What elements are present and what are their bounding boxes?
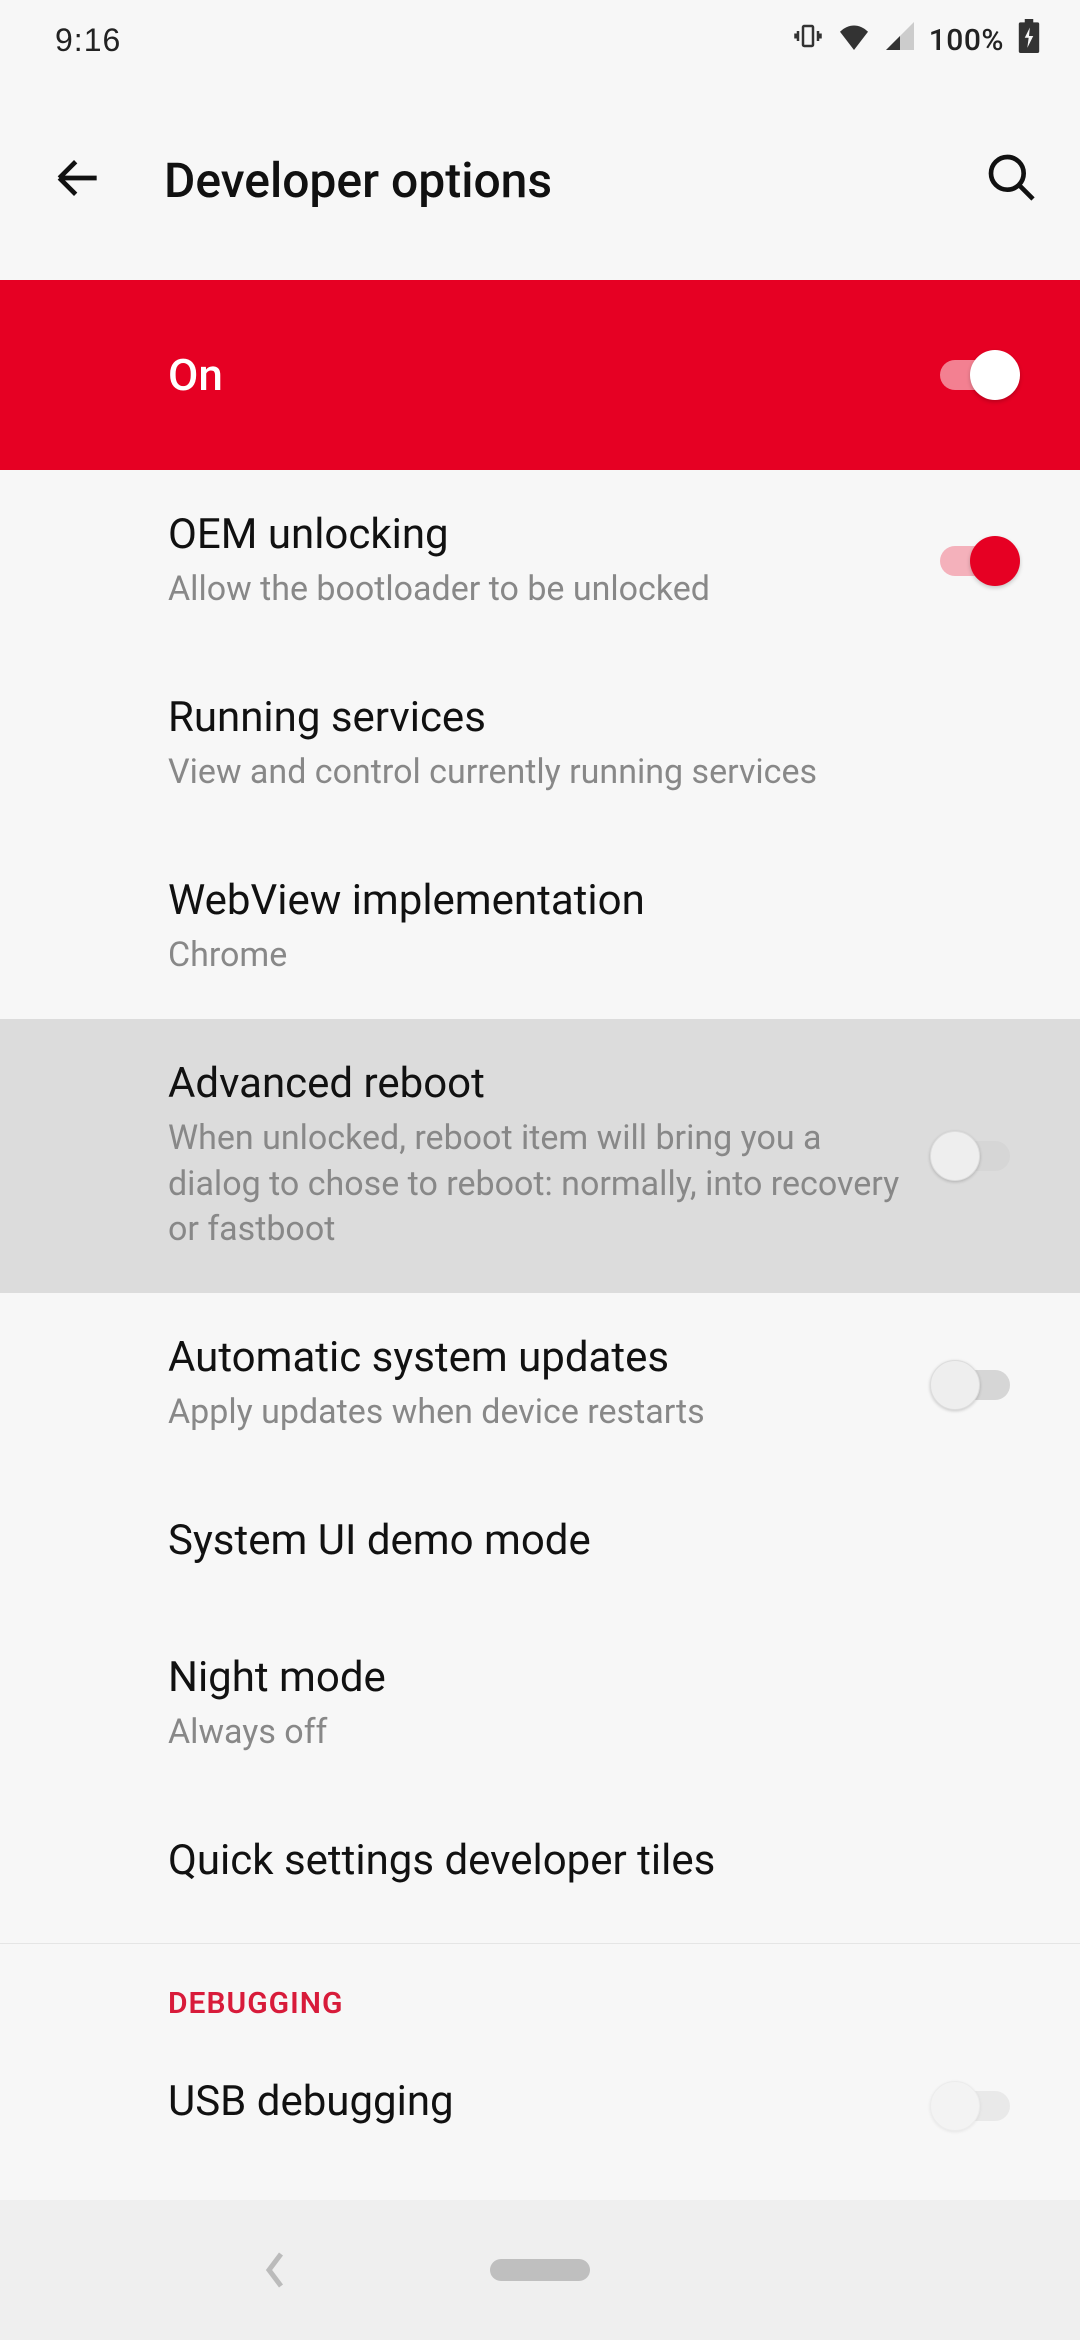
row-title: Advanced reboot [168,1059,910,1108]
oem-unlocking-switch[interactable] [930,536,1020,586]
status-time: 9:16 [55,22,121,59]
status-bar: 9:16 100% [0,0,1080,80]
search-icon[interactable] [984,150,1040,210]
row-title: System UI demo mode [168,1516,1020,1565]
row-subtitle: Chrome [168,933,1020,979]
row-night-mode[interactable]: Night mode Always off [0,1613,1080,1796]
section-header-debugging: DEBUGGING [0,1944,1080,2037]
row-webview-implementation[interactable]: WebView implementation Chrome [0,836,1080,1019]
row-automatic-system-updates[interactable]: Automatic system updates Apply updates w… [0,1293,1080,1476]
row-subtitle: View and control currently running servi… [168,750,1020,796]
row-title: USB debugging [168,2077,910,2126]
master-toggle-banner[interactable]: On [0,280,1080,470]
row-usb-debugging[interactable]: USB debugging [0,2037,1080,2134]
battery-charging-icon [1018,19,1040,61]
battery-percentage: 100% [929,23,1004,58]
back-arrow-icon[interactable] [50,150,106,210]
row-title: Automatic system updates [168,1333,910,1382]
system-nav-bar [0,2200,1080,2340]
row-title: OEM unlocking [168,510,910,559]
nav-home-pill[interactable] [490,2259,590,2281]
master-toggle-switch[interactable] [930,350,1020,400]
row-title: WebView implementation [168,876,1020,925]
row-subtitle: Always off [168,1710,1020,1756]
row-advanced-reboot[interactable]: Advanced reboot When unlocked, reboot it… [0,1019,1080,1294]
row-oem-unlocking[interactable]: OEM unlocking Allow the bootloader to be… [0,470,1080,653]
usb-debugging-switch[interactable] [930,2081,1020,2131]
row-subtitle: Apply updates when device restarts [168,1390,910,1436]
automatic-updates-switch[interactable] [930,1360,1020,1410]
row-system-ui-demo-mode[interactable]: System UI demo mode [0,1476,1080,1613]
row-title: Running services [168,693,1020,742]
settings-list: OEM unlocking Allow the bootloader to be… [0,470,1080,2134]
row-quick-settings-tiles[interactable]: Quick settings developer tiles [0,1796,1080,1933]
vibrate-icon [793,21,823,59]
row-subtitle: When unlocked, reboot item will bring yo… [168,1116,910,1254]
wifi-icon [837,22,871,58]
advanced-reboot-switch[interactable] [930,1131,1020,1181]
cell-signal-icon [885,22,915,58]
master-toggle-label: On [168,349,223,401]
status-right: 100% [793,19,1040,61]
row-title: Night mode [168,1653,1020,1702]
app-bar: Developer options [0,80,1080,280]
row-running-services[interactable]: Running services View and control curren… [0,653,1080,836]
nav-back-icon[interactable] [260,2250,290,2294]
row-subtitle: Allow the bootloader to be unlocked [168,567,910,613]
page-title: Developer options [164,152,926,209]
row-title: Quick settings developer tiles [168,1836,1020,1885]
